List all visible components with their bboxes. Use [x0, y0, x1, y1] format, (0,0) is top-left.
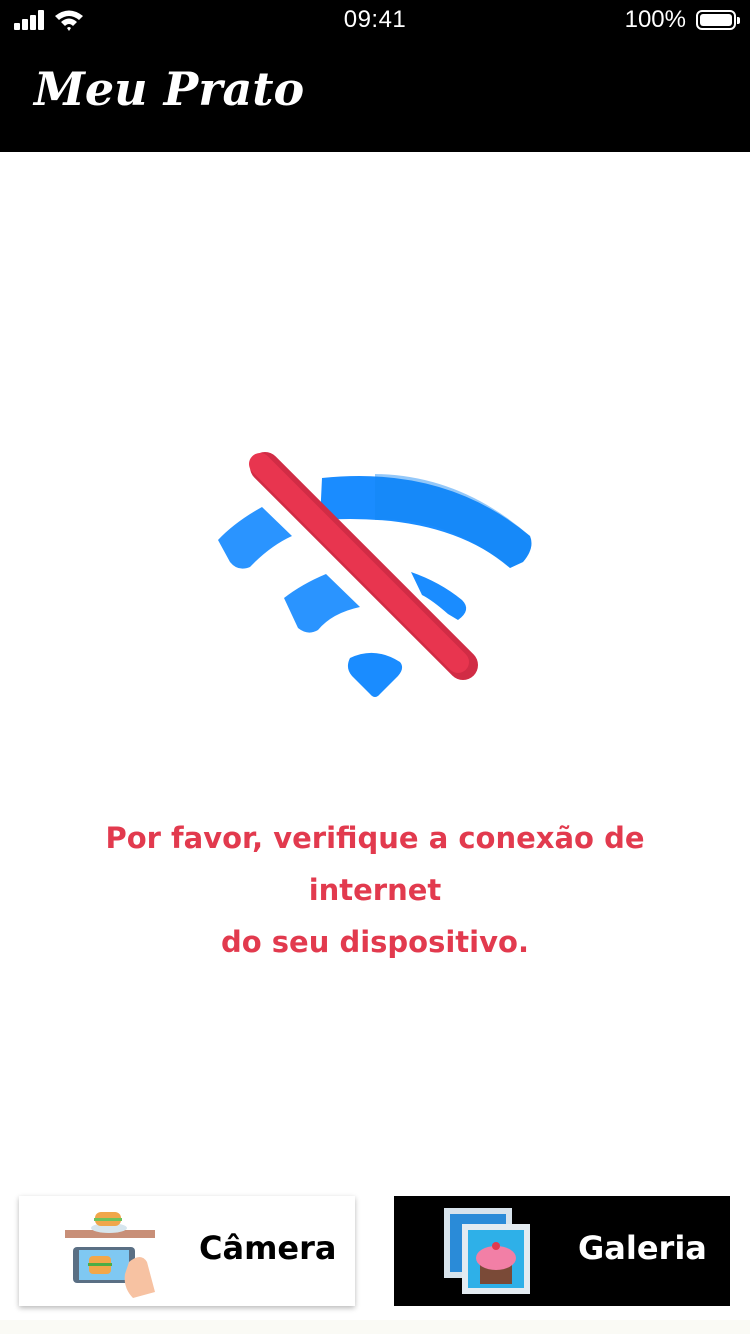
- app-header: Meu Prato: [0, 40, 750, 152]
- connection-error-message: Por favor, verifique a conexão de intern…: [40, 812, 710, 968]
- camera-button-label: Câmera: [199, 1229, 337, 1267]
- bottom-safe-area: [0, 1320, 750, 1334]
- battery-icon: [696, 10, 740, 30]
- camera-food-icon: [65, 1212, 155, 1298]
- gallery-cupcake-icon: [444, 1208, 530, 1294]
- message-line-1: Por favor, verifique a conexão de intern…: [105, 821, 645, 907]
- gallery-button-label: Galeria: [578, 1229, 707, 1267]
- status-bar: 09:41 100%: [0, 0, 750, 40]
- wifi-off-icon: [218, 452, 532, 697]
- message-line-2: do seu dispositivo.: [221, 925, 529, 959]
- app-title: Meu Prato: [34, 62, 305, 116]
- gallery-button[interactable]: Galeria: [394, 1196, 730, 1306]
- camera-button[interactable]: Câmera: [19, 1196, 355, 1306]
- battery-percent: 100%: [624, 6, 686, 33]
